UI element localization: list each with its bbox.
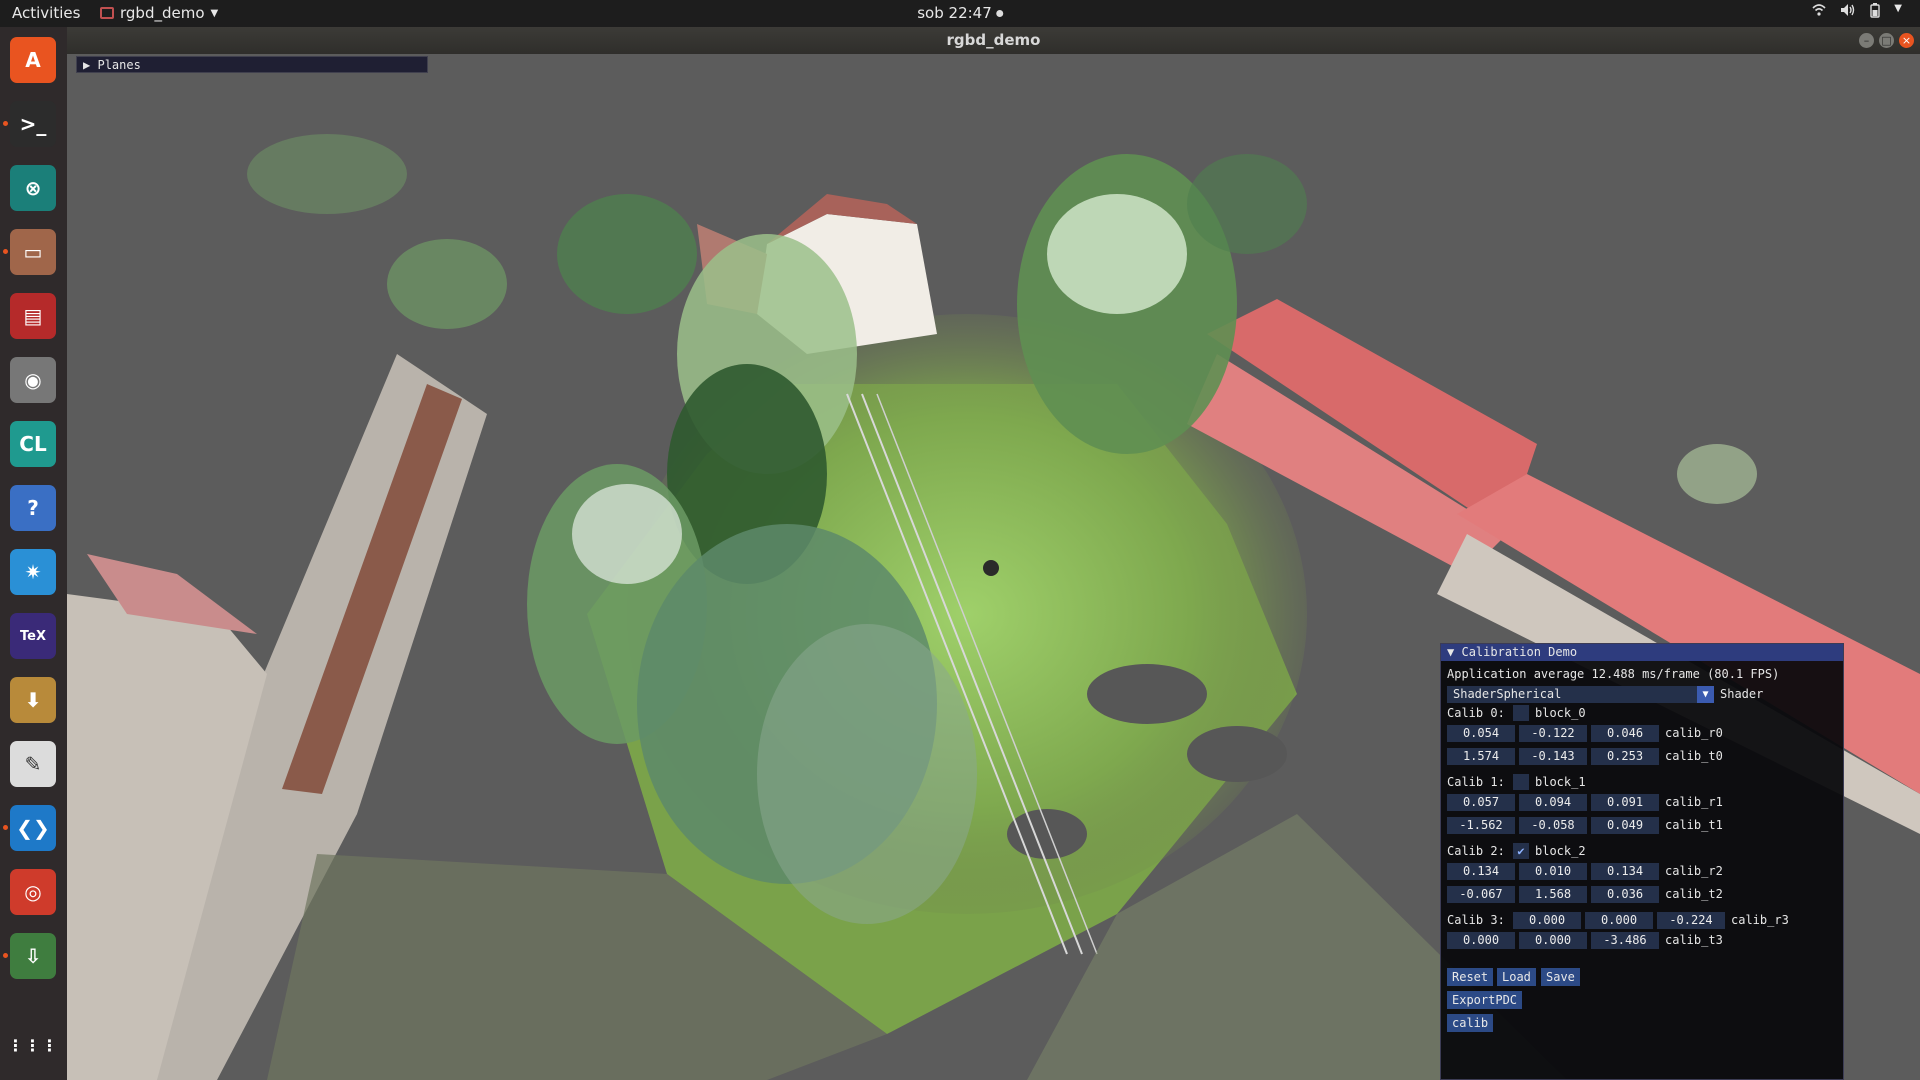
block-0-label: block_0	[1535, 706, 1586, 720]
calib-r0-field[interactable]: 0.054	[1447, 725, 1515, 742]
shader-label: Shader	[1720, 687, 1764, 701]
calib-button[interactable]: calib	[1447, 1014, 1494, 1032]
calib-label: Calib 1:	[1447, 775, 1505, 789]
app-menu-label: rgbd_demo	[120, 4, 205, 22]
clock[interactable]: sob 22:47	[917, 4, 1003, 22]
shader-select-value: ShaderSpherical	[1453, 687, 1562, 701]
terminal-icon[interactable]: >_	[10, 101, 56, 147]
running-indicator	[3, 121, 8, 126]
block-1-checkbox[interactable]	[1513, 774, 1529, 790]
triangle-down-icon[interactable]: ▼	[1447, 645, 1454, 659]
calib-t0-field[interactable]: -0.143	[1519, 748, 1587, 765]
calib-r2-field[interactable]: 0.010	[1519, 863, 1587, 880]
calib-r0-field[interactable]: 0.046	[1591, 725, 1659, 742]
calib-t2-field[interactable]: 1.568	[1519, 886, 1587, 903]
calib-t2-field[interactable]: 0.036	[1591, 886, 1659, 903]
calib-r1-field[interactable]: 0.057	[1447, 794, 1515, 811]
running-indicator	[3, 249, 8, 254]
calib-label: Calib 0:	[1447, 706, 1505, 720]
system-menu-icon[interactable]: ▼	[1894, 3, 1902, 22]
triangle-right-icon[interactable]: ▶	[83, 58, 90, 72]
volume-icon[interactable]	[1840, 3, 1856, 22]
calib-label: Calib 2:	[1447, 844, 1505, 858]
running-indicator	[3, 825, 8, 830]
calib-t0-field[interactable]: 1.574	[1447, 748, 1515, 765]
running-indicator	[3, 953, 8, 958]
block-1-label: block_1	[1535, 775, 1586, 789]
app-icon	[100, 7, 114, 19]
calib-r2-field[interactable]: 0.134	[1591, 863, 1659, 880]
calib-t1-field[interactable]: -0.058	[1519, 817, 1587, 834]
archive-manager-icon[interactable]: ⬇	[10, 677, 56, 723]
calib-r3-label: calib_r3	[1731, 913, 1789, 927]
calib-t2-field[interactable]: -0.067	[1447, 886, 1515, 903]
calib-t1-field[interactable]: 0.049	[1591, 817, 1659, 834]
wifi-icon[interactable]	[1812, 3, 1826, 22]
battery-icon[interactable]	[1870, 3, 1880, 22]
save-button[interactable]: Save	[1541, 968, 1580, 986]
app-red-icon[interactable]: ▤	[10, 293, 56, 339]
window-title: rgbd_demo	[946, 31, 1041, 49]
calib-t0-label: calib_t0	[1665, 749, 1723, 763]
close-icon[interactable]: ×	[1899, 33, 1914, 48]
calib-r0-field[interactable]: -0.122	[1519, 725, 1587, 742]
calib-t3-label: calib_t3	[1665, 933, 1723, 947]
calib-r1-field[interactable]: 0.094	[1519, 794, 1587, 811]
settings-star-icon[interactable]: ✷	[10, 549, 56, 595]
block-2-checkbox[interactable]: ✔	[1513, 843, 1529, 859]
activities-button[interactable]: Activities	[12, 4, 80, 22]
chrome-icon[interactable]: ◎	[10, 869, 56, 915]
help-icon[interactable]: ?	[10, 485, 56, 531]
vscode-icon[interactable]: ❮❯	[10, 805, 56, 851]
calib-r3-field[interactable]: -0.224	[1657, 912, 1725, 929]
eye-app-icon[interactable]: ◉	[10, 357, 56, 403]
fps-text: Application average 12.488 ms/frame (80.…	[1447, 667, 1780, 681]
calib-label: Calib 3:	[1447, 913, 1505, 927]
ubuntu-software-icon[interactable]: A	[10, 37, 56, 83]
calib-t1-field[interactable]: -1.562	[1447, 817, 1515, 834]
gitkraken-icon[interactable]: ⊗	[10, 165, 56, 211]
dock: A >_ ⊗ ▭ ▤ ◉ CL? ✷ TeX ⬇ ✎ ❮❯ ◎ ⇩ ⋮⋮⋮	[0, 27, 68, 1080]
planes-title: Planes	[97, 58, 141, 72]
reset-button[interactable]: Reset	[1447, 968, 1494, 986]
files-icon[interactable]: ▭	[10, 229, 56, 275]
installer-icon[interactable]: ⇩	[10, 933, 56, 979]
calib-t2-label: calib_t2	[1665, 887, 1723, 901]
export-pdc-button[interactable]: ExportPDC	[1447, 991, 1523, 1009]
calib-r1-label: calib_r1	[1665, 795, 1723, 809]
chevron-down-icon: ▼	[210, 7, 219, 19]
calib-r2-label: calib_r2	[1665, 864, 1723, 878]
app-menu[interactable]: rgbd_demo ▼	[100, 4, 218, 22]
shader-select[interactable]: ShaderSpherical	[1447, 686, 1697, 703]
calib-r1-field[interactable]: 0.091	[1591, 794, 1659, 811]
block-2-label: block_2	[1535, 844, 1586, 858]
calib-t0-field[interactable]: 0.253	[1591, 748, 1659, 765]
show-applications-icon[interactable]: ⋮⋮⋮	[8, 1022, 58, 1068]
calib-r3-field[interactable]: 0.000	[1585, 912, 1653, 929]
load-button[interactable]: Load	[1497, 968, 1536, 986]
calibration-panel-title: Calibration Demo	[1461, 645, 1578, 659]
calib-t1-label: calib_t1	[1665, 818, 1723, 832]
calib-r0-label: calib_r0	[1665, 726, 1723, 740]
top-bar: Activities rgbd_demo ▼ sob 22:47 ▼	[0, 0, 1920, 27]
calibration-demo-panel: ▼ Calibration Demo Application average 1…	[1440, 643, 1844, 1080]
system-tray[interactable]: ▼	[1812, 3, 1902, 22]
calibration-panel-header[interactable]: ▼ Calibration Demo	[1441, 644, 1843, 661]
maximize-icon[interactable]: □	[1879, 33, 1894, 48]
planes-window-header[interactable]: ▶ Planes	[76, 56, 428, 73]
dropdown-arrow-icon[interactable]: ▼	[1697, 686, 1714, 703]
window-titlebar[interactable]: rgbd_demo – □ ×	[67, 27, 1920, 54]
clion-icon[interactable]: CL	[10, 421, 56, 467]
calib-r3-field[interactable]: 0.000	[1513, 912, 1581, 929]
calib-t3-field[interactable]: -3.486	[1591, 932, 1659, 949]
texstudio-icon[interactable]: TeX	[10, 613, 56, 659]
calib-t3-field[interactable]: 0.000	[1519, 932, 1587, 949]
minimize-icon[interactable]: –	[1859, 33, 1874, 48]
calib-t3-field[interactable]: 0.000	[1447, 932, 1515, 949]
calib-r2-field[interactable]: 0.134	[1447, 863, 1515, 880]
text-editor-icon[interactable]: ✎	[10, 741, 56, 787]
block-0-checkbox[interactable]	[1513, 705, 1529, 721]
